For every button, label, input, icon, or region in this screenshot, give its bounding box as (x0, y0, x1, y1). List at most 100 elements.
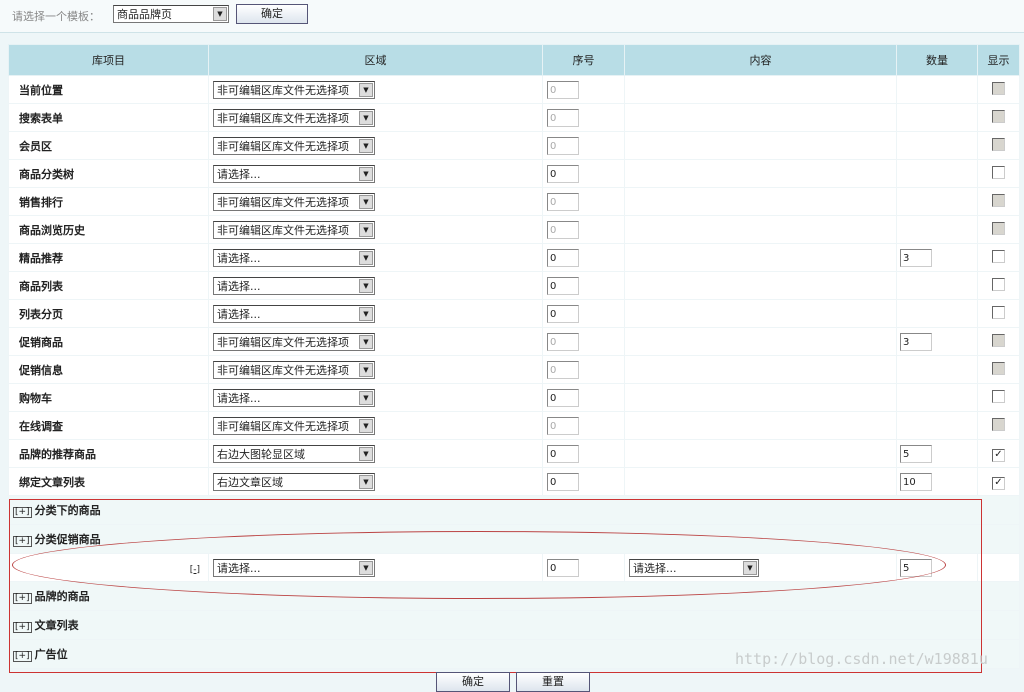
seq-input[interactable]: 0 (547, 472, 579, 491)
item-name: 精品推荐 (8, 243, 209, 272)
region-select[interactable]: 右边大图轮显区域 ▼ (213, 444, 375, 463)
show-checkbox[interactable] (992, 165, 1005, 179)
table-row: 销售排行 非可编辑区库文件无选择项 ▼ 0 (8, 187, 1020, 216)
expand-toggle[interactable]: [+] (13, 507, 32, 518)
seq-input[interactable]: 0 (547, 108, 579, 127)
region-select[interactable]: 非可编辑区库文件无选择项 ▼ (213, 332, 375, 351)
seq-input[interactable]: 0 (547, 248, 579, 267)
show-checkbox[interactable] (992, 249, 1005, 263)
region-select[interactable]: 请选择... ▼ (629, 558, 759, 577)
chevron-down-icon: ▼ (359, 82, 373, 97)
show-checkbox[interactable] (992, 277, 1005, 291)
region-select[interactable]: 右边文章区域 ▼ (213, 472, 375, 491)
show-checkbox[interactable] (992, 81, 1005, 95)
region-select[interactable]: 请选择... ▼ (213, 276, 375, 295)
chevron-down-icon: ▼ (359, 278, 373, 293)
show-checkbox[interactable]: ✓ (992, 476, 1005, 490)
table-row: 购物车 请选择... ▼ 0 (8, 383, 1020, 412)
qty-input[interactable]: 3 (900, 332, 932, 351)
show-checkbox[interactable] (992, 389, 1005, 403)
show-checkbox[interactable] (992, 333, 1005, 347)
region-select[interactable]: 非可编辑区库文件无选择项 ▼ (213, 220, 375, 239)
item-name: 销售排行 (8, 187, 209, 216)
show-checkbox[interactable]: ✓ (992, 448, 1005, 462)
seq-input[interactable]: 0 (547, 416, 579, 435)
expand-toggle[interactable]: [+] (13, 593, 32, 604)
section-row: [+] 文章列表 (8, 610, 1020, 640)
seq-input[interactable]: 0 (547, 192, 579, 211)
chevron-down-icon: ▼ (359, 362, 373, 377)
seq-input[interactable]: 0 (547, 304, 579, 323)
show-checkbox[interactable] (992, 221, 1005, 235)
region-select[interactable]: 非可编辑区库文件无选择项 ▼ (213, 416, 375, 435)
seq-input[interactable]: 0 (547, 164, 579, 183)
seq-input[interactable]: 0 (547, 558, 579, 577)
confirm-button[interactable]: 确定 (436, 672, 510, 692)
content-cell (624, 243, 897, 272)
section-name: 广告位 (34, 648, 68, 661)
content-cell (624, 159, 897, 188)
header-content: 内容 (624, 44, 897, 76)
region-select[interactable]: 非可编辑区库文件无选择项 ▼ (213, 360, 375, 379)
seq-input[interactable]: 0 (547, 388, 579, 407)
chevron-down-icon: ▼ (359, 474, 373, 489)
seq-input[interactable]: 0 (547, 332, 579, 351)
show-checkbox[interactable] (992, 361, 1005, 375)
expand-toggle[interactable]: [+] (13, 536, 32, 547)
template-confirm-button[interactable]: 确定 (236, 4, 308, 24)
expanded-row: [-] 请选择... ▼ 0 请选择... ▼ 5 (8, 553, 1020, 582)
qty-input[interactable]: 5 (900, 558, 932, 577)
item-name: 当前位置 (8, 75, 209, 104)
item-name: 商品列表 (8, 271, 209, 300)
chevron-down-icon: ▼ (213, 7, 227, 21)
expand-toggle[interactable]: [+] (13, 651, 32, 662)
item-name: 促销商品 (8, 327, 209, 356)
chevron-down-icon: ▼ (743, 560, 757, 575)
item-name: 商品浏览历史 (8, 215, 209, 244)
content-cell (624, 327, 897, 356)
region-select[interactable]: 非可编辑区库文件无选择项 ▼ (213, 80, 375, 99)
region-select[interactable]: 请选择... ▼ (213, 164, 375, 183)
region-select[interactable]: 请选择... ▼ (213, 558, 375, 577)
region-select[interactable]: 非可编辑区库文件无选择项 ▼ (213, 192, 375, 211)
qty-input[interactable]: 5 (900, 444, 932, 463)
seq-input[interactable]: 0 (547, 136, 579, 155)
show-checkbox[interactable] (992, 193, 1005, 207)
region-select[interactable]: 请选择... ▼ (213, 304, 375, 323)
show-checkbox[interactable] (992, 137, 1005, 151)
content-cell (624, 299, 897, 328)
template-select[interactable]: 商品品牌页 ▼ (113, 5, 229, 23)
seq-input[interactable]: 0 (547, 276, 579, 295)
item-name: 会员区 (8, 131, 209, 160)
collapse-toggle[interactable]: [-] (189, 565, 201, 575)
seq-input[interactable]: 0 (547, 80, 579, 99)
show-checkbox[interactable] (992, 305, 1005, 319)
seq-input[interactable]: 0 (547, 220, 579, 239)
content-cell (624, 411, 897, 440)
table-row: 列表分页 请选择... ▼ 0 (8, 299, 1020, 328)
header-item: 库项目 (8, 44, 209, 76)
show-checkbox[interactable] (992, 109, 1005, 123)
seq-input[interactable]: 0 (547, 360, 579, 379)
seq-input[interactable]: 0 (547, 444, 579, 463)
table-row: 促销信息 非可编辑区库文件无选择项 ▼ 0 (8, 355, 1020, 384)
region-select[interactable]: 请选择... ▼ (213, 388, 375, 407)
reset-button[interactable]: 重置 (516, 672, 590, 692)
table-row: 在线调查 非可编辑区库文件无选择项 ▼ 0 (8, 411, 1020, 440)
chevron-down-icon: ▼ (359, 138, 373, 153)
content-cell (624, 103, 897, 132)
section-name: 文章列表 (34, 619, 79, 632)
qty-input[interactable]: 10 (900, 472, 932, 491)
expand-toggle[interactable]: [+] (13, 622, 32, 633)
item-name: 在线调查 (8, 411, 209, 440)
item-name: 品牌的推荐商品 (8, 439, 209, 468)
table-row: 绑定文章列表 右边文章区域 ▼ 0 10 ✓ (8, 467, 1020, 496)
qty-input[interactable]: 3 (900, 248, 932, 267)
region-select[interactable]: 请选择... ▼ (213, 248, 375, 267)
region-select[interactable]: 非可编辑区库文件无选择项 ▼ (213, 108, 375, 127)
table-row: 精品推荐 请选择... ▼ 0 3 (8, 243, 1020, 272)
region-select[interactable]: 非可编辑区库文件无选择项 ▼ (213, 136, 375, 155)
chevron-down-icon: ▼ (359, 250, 373, 265)
show-checkbox[interactable] (992, 417, 1005, 431)
item-name: 绑定文章列表 (8, 467, 209, 496)
